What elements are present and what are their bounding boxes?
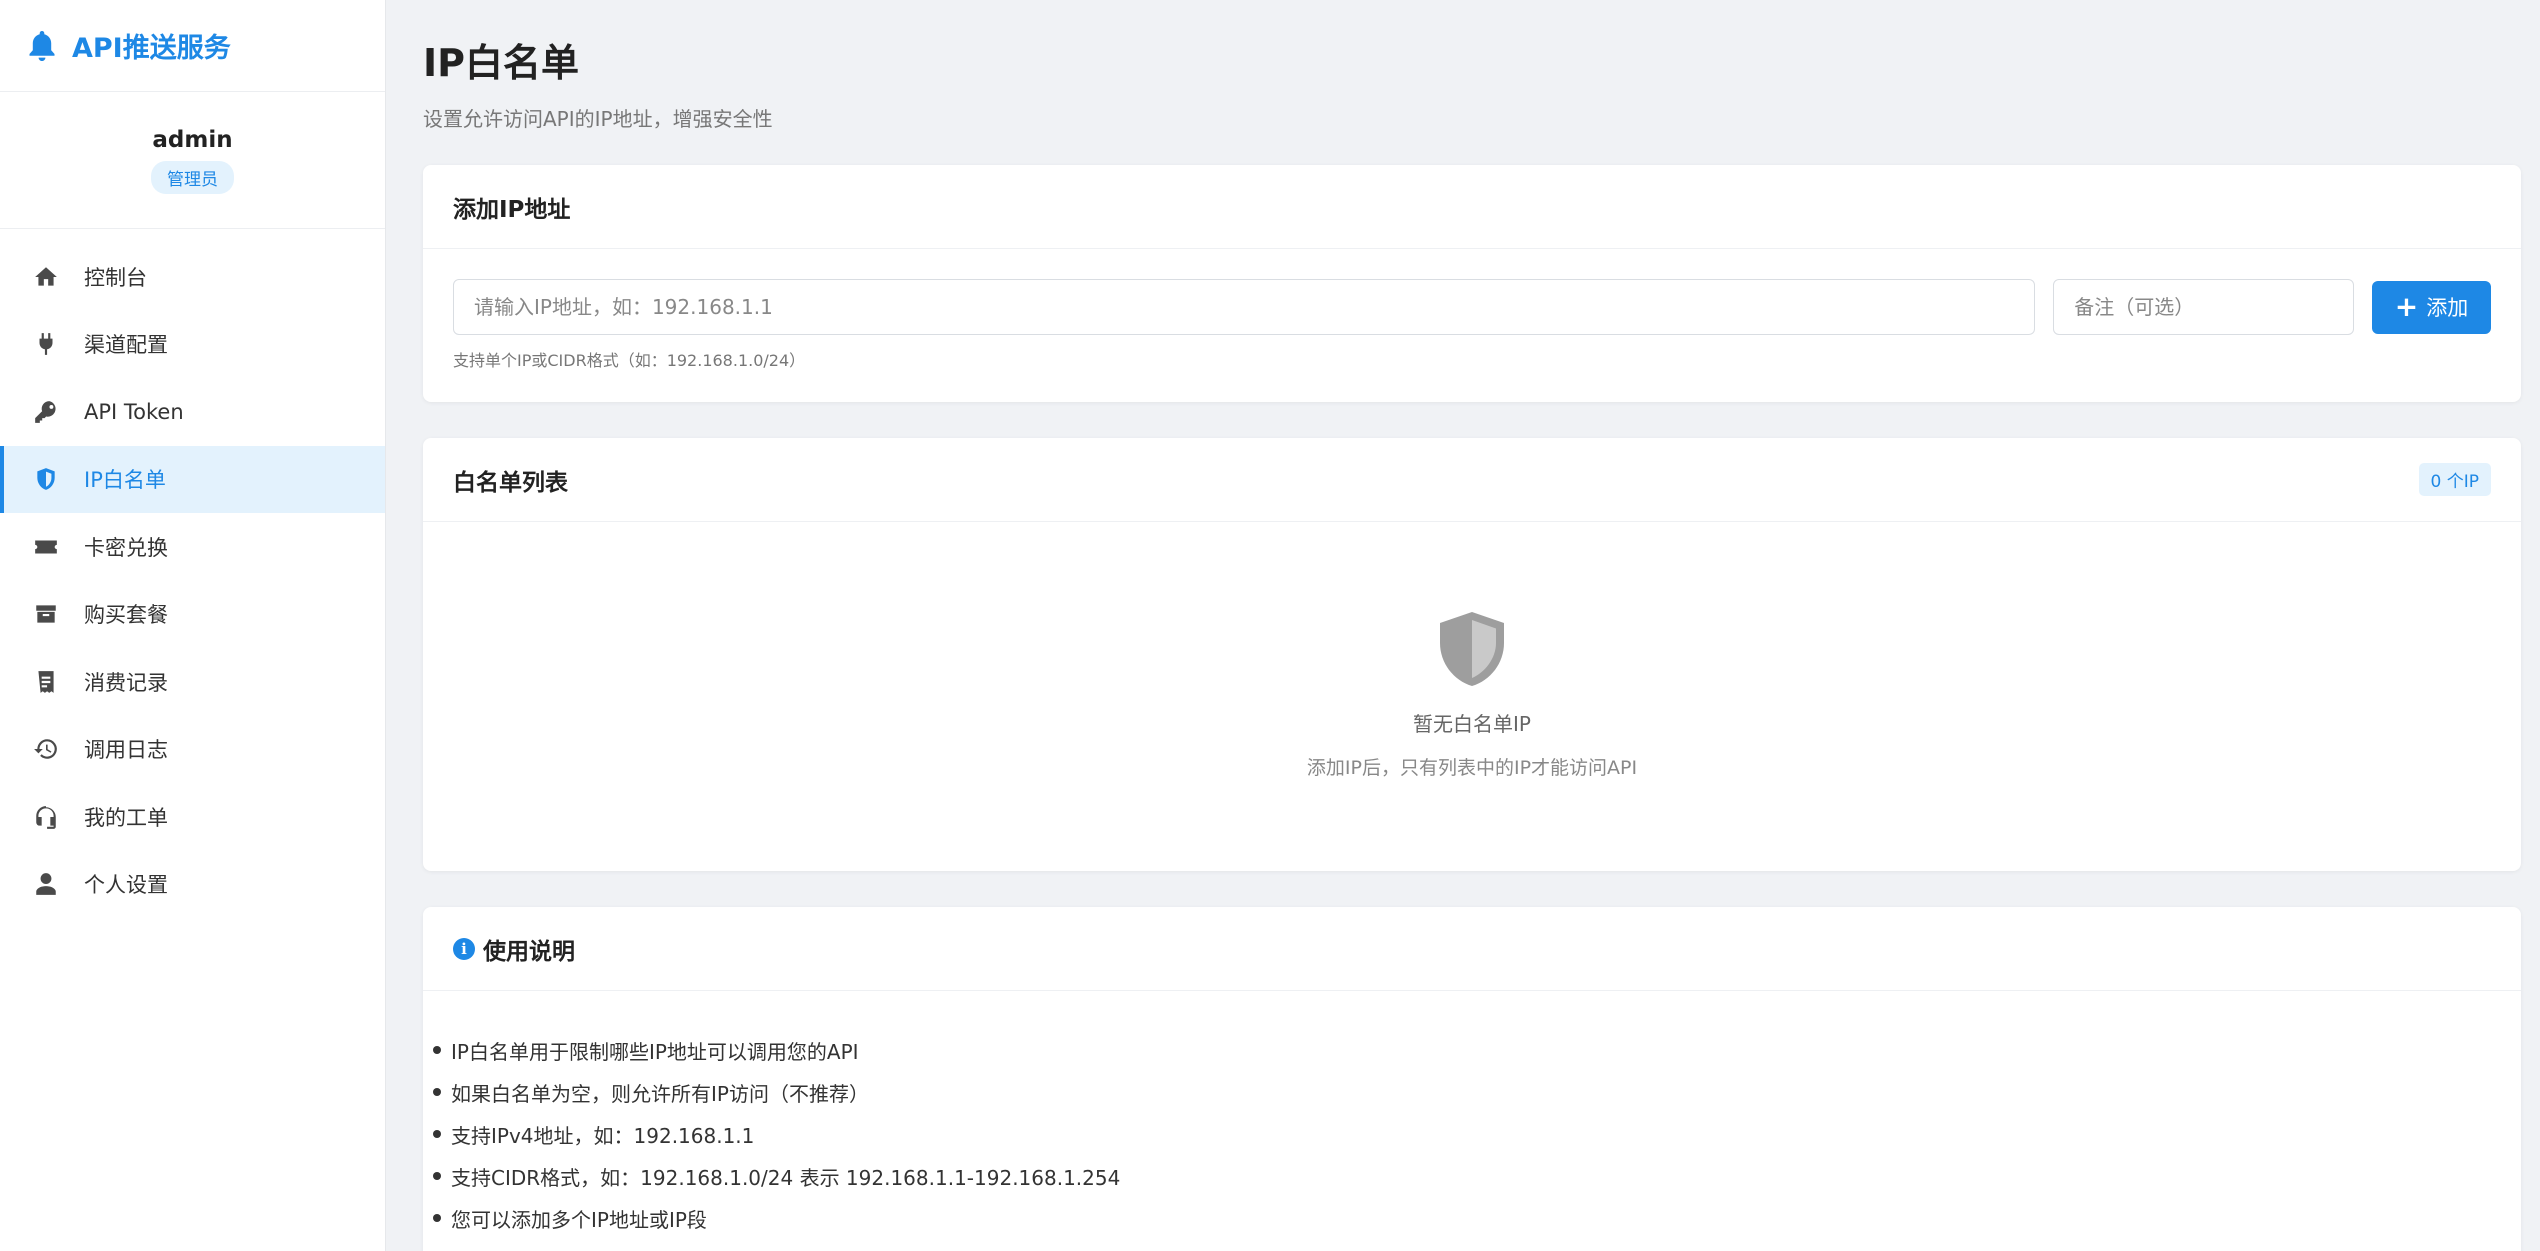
- sidebar-item-call-logs[interactable]: 调用日志: [0, 716, 385, 784]
- ip-address-input[interactable]: [453, 279, 2036, 335]
- add-ip-button-label: 添加: [2426, 296, 2469, 320]
- info-icon: i: [453, 937, 475, 960]
- sidebar-item-label: 我的工单: [84, 805, 168, 830]
- sidebar-item-card-redeem[interactable]: 卡密兑换: [0, 513, 385, 581]
- receipt-icon: [32, 668, 60, 696]
- page-subtitle: 设置允许访问API的IP地址，增强安全性: [423, 107, 773, 131]
- ip-format-hint: 支持单个IP或CIDR格式（如：192.168.1.0/24）: [453, 351, 806, 370]
- empty-state: 暂无白名单IP 添加IP后，只有列表中的IP才能访问API: [423, 522, 2521, 780]
- sidebar-item-label: 渠道配置: [84, 333, 168, 358]
- list-item: 支持CIDR格式，如：192.168.1.0/24 表示 192.168.1.1…: [433, 1155, 2491, 1197]
- user-box: admin 管理员: [0, 92, 385, 229]
- sidebar-item-ip-whitelist[interactable]: IP白名单: [0, 445, 385, 513]
- ticket-icon: [32, 533, 60, 561]
- usage-card-header: i 使用说明: [423, 907, 2521, 991]
- bell-icon: [26, 29, 58, 63]
- sidebar-item-buy-plan[interactable]: 购买套餐: [0, 581, 385, 649]
- add-ip-form: + 添加 支持单个IP或CIDR格式（如：192.168.1.0/24）: [423, 249, 2521, 371]
- sidebar-item-profile[interactable]: 个人设置: [0, 851, 385, 919]
- sidebar-item-label: API Token: [84, 399, 184, 424]
- shield-empty-icon: [1436, 610, 1508, 692]
- box-icon: [32, 600, 60, 628]
- main-content: IP白名单 设置允许访问API的IP地址，增强安全性 添加IP地址 + 添加 支…: [386, 0, 2540, 1251]
- sidebar-item-tickets[interactable]: 我的工单: [0, 783, 385, 851]
- whitelist-card: 白名单列表 0 个IP 暂无白名单IP 添加IP后，只有列表中的IP才能访问AP…: [423, 438, 2521, 871]
- sidebar-item-label: IP白名单: [84, 468, 166, 493]
- note-input[interactable]: [2053, 279, 2355, 335]
- role-badge: 管理员: [151, 160, 234, 194]
- home-icon: [32, 263, 60, 291]
- sidebar-item-api-token[interactable]: API Token: [0, 378, 385, 446]
- whitelist-card-header: 白名单列表 0 个IP: [423, 438, 2521, 522]
- key-icon: [32, 398, 60, 426]
- sidebar-item-label: 个人设置: [84, 873, 168, 898]
- sidebar-item-dashboard[interactable]: 控制台: [0, 243, 385, 311]
- page-title: IP白名单: [423, 41, 579, 85]
- history-icon: [32, 735, 60, 763]
- add-ip-card-header: 添加IP地址: [423, 165, 2521, 249]
- sidebar-item-channels[interactable]: 渠道配置: [0, 311, 385, 379]
- usage-card: i 使用说明 IP白名单用于限制哪些IP地址可以调用您的API 如果白名单为空，…: [423, 907, 2521, 1251]
- list-item: 支持IPv4地址，如：192.168.1.1: [433, 1113, 2491, 1155]
- sidebar-item-label: 消费记录: [84, 670, 168, 695]
- list-item: 如果白名单为空，则允许所有IP访问（不推荐）: [433, 1071, 2491, 1113]
- plug-icon: [32, 330, 60, 358]
- add-ip-button[interactable]: + 添加: [2372, 280, 2491, 334]
- usage-list: IP白名单用于限制哪些IP地址可以调用您的API 如果白名单为空，则允许所有IP…: [423, 991, 2521, 1239]
- add-ip-card: 添加IP地址 + 添加 支持单个IP或CIDR格式（如：192.168.1.0/…: [423, 165, 2521, 402]
- brand-title: API推送服务: [72, 33, 231, 64]
- empty-state-description: 添加IP后，只有列表中的IP才能访问API: [1306, 757, 1638, 779]
- headset-icon: [32, 803, 60, 831]
- username: admin: [152, 126, 233, 153]
- ip-count-badge: 0 个IP: [2418, 463, 2491, 496]
- list-item: IP白名单用于限制哪些IP地址可以调用您的API: [433, 1029, 2491, 1071]
- add-ip-row: + 添加: [453, 279, 2491, 335]
- sidebar-item-label: 卡密兑换: [84, 535, 168, 560]
- shield-icon: [32, 465, 60, 493]
- usage-card-title-text: 使用说明: [483, 938, 575, 965]
- add-ip-card-title: 添加IP地址: [453, 196, 571, 223]
- list-item: 您可以添加多个IP地址或IP段: [433, 1197, 2491, 1239]
- sidebar-item-label: 调用日志: [84, 738, 168, 763]
- sidebar: API推送服务 admin 管理员 控制台 渠道配置 API Token IP白…: [0, 0, 386, 1251]
- usage-card-title: i 使用说明: [453, 932, 575, 966]
- plus-icon: +: [2394, 290, 2419, 323]
- user-icon: [32, 870, 60, 898]
- sidebar-item-label: 购买套餐: [84, 603, 168, 628]
- app-root: API推送服务 admin 管理员 控制台 渠道配置 API Token IP白…: [0, 0, 2540, 1251]
- sidebar-item-billing[interactable]: 消费记录: [0, 648, 385, 716]
- empty-state-title: 暂无白名单IP: [1413, 712, 1531, 736]
- sidebar-item-label: 控制台: [84, 265, 147, 290]
- sidebar-nav: 控制台 渠道配置 API Token IP白名单 卡密兑换 购买套餐 消费记录 …: [0, 229, 385, 918]
- brand[interactable]: API推送服务: [0, 0, 385, 92]
- whitelist-card-title: 白名单列表: [453, 469, 568, 496]
